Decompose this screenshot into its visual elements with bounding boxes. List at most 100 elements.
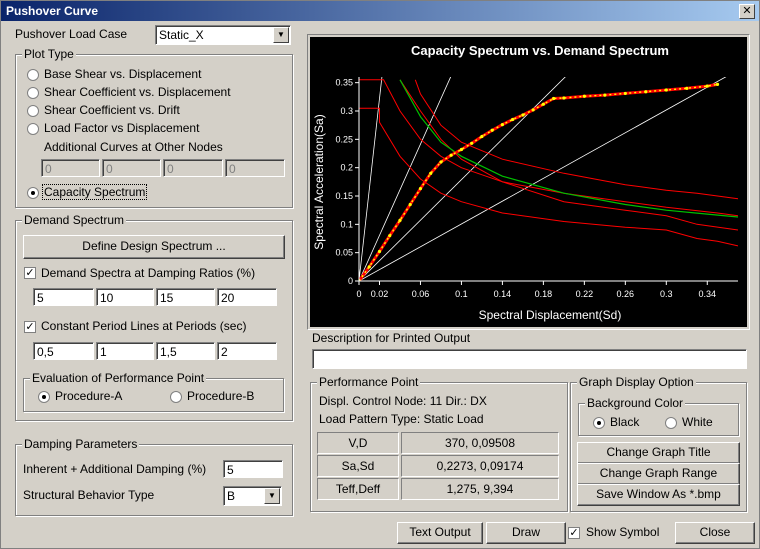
structural-behavior-value: B	[227, 489, 236, 503]
close-window-button[interactable]: ✕	[739, 4, 755, 19]
capacity-point	[521, 113, 525, 117]
x-tick-label: 0.3	[660, 289, 673, 299]
capacity-point	[418, 187, 423, 191]
damping-ratio-field-1[interactable]: 5	[33, 288, 94, 306]
change-graph-title-button[interactable]: Change Graph Title	[577, 442, 740, 464]
damping-ratio-field-3[interactable]: 15	[156, 288, 215, 306]
capacity-point	[480, 134, 484, 139]
draw-button[interactable]: Draw	[486, 522, 566, 544]
capacity-point	[500, 123, 505, 127]
capacity-point	[377, 249, 382, 254]
plot-type-title: Plot Type	[22, 47, 76, 61]
plot-area	[359, 77, 738, 281]
graph-display-title: Graph Display Option	[577, 375, 696, 389]
capacity-spectrum-chart: Capacity Spectrum vs. Demand Spectrum Sp…	[310, 37, 747, 327]
option-shear-coef-drift-label: Shear Coefficient vs. Drift	[44, 103, 180, 117]
radio-base-shear[interactable]	[27, 69, 39, 81]
option-base-shear-label: Base Shear vs. Displacement	[44, 67, 202, 81]
title-bar[interactable]: Pushover Curve ✕	[1, 1, 759, 21]
capacity-point	[449, 153, 453, 157]
radio-capacity-spectrum[interactable]	[27, 187, 39, 199]
radio-white-bg[interactable]	[665, 417, 677, 429]
period-field-4[interactable]: 2	[217, 342, 277, 360]
capacity-point	[562, 96, 566, 100]
y-tick-label: 0.05	[335, 248, 353, 258]
option-capacity-spectrum-label: Capacity Spectrum	[42, 184, 148, 200]
y-tick-label: 0.15	[335, 191, 353, 201]
inherent-damping-field[interactable]: 5	[223, 460, 283, 478]
x-tick-label: 0.06	[412, 289, 430, 299]
capacity-point	[582, 94, 586, 98]
change-graph-range-button[interactable]: Change Graph Range	[577, 463, 740, 485]
procedure-b-label: Procedure-B	[187, 389, 255, 403]
period-field-2[interactable]: 1	[96, 342, 154, 360]
y-tick-label: 0.1	[340, 219, 353, 229]
capacity-point	[531, 108, 535, 112]
text-output-button[interactable]: Text Output	[397, 522, 483, 544]
evaluation-title: Evaluation of Performance Point	[30, 371, 207, 385]
period-line	[359, 77, 452, 281]
design-spectrum-line	[399, 79, 738, 218]
load-pattern-text: Load Pattern Type: Static Load	[319, 412, 484, 426]
y-tick-label: 0.3	[340, 106, 353, 116]
capacity-point	[644, 90, 648, 94]
show-symbol-label: Show Symbol	[586, 525, 660, 539]
capacity-point	[541, 102, 545, 106]
radio-black-bg[interactable]	[593, 417, 605, 429]
structural-behavior-select[interactable]: B ▼	[223, 486, 282, 506]
node-field-3: 0	[163, 159, 223, 177]
radio-procedure-b[interactable]	[170, 391, 182, 403]
radio-procedure-a[interactable]	[38, 391, 50, 403]
x-tick-label: 0.1	[455, 289, 468, 299]
y-tick-label: 0.35	[335, 78, 353, 88]
define-design-spectrum-button[interactable]: Define Design Spectrum ...	[23, 235, 285, 259]
load-case-label: Pushover Load Case	[15, 27, 128, 41]
damping-ratio-field-4[interactable]: 20	[217, 288, 277, 306]
capacity-point	[623, 91, 627, 96]
capacity-point	[388, 234, 392, 238]
control-node-text: Displ. Control Node: 11 Dir.: DX	[319, 394, 487, 408]
damping-ratios-label: Demand Spectra at Damping Ratios (%)	[41, 266, 256, 280]
chart-svg: Capacity Spectrum vs. Demand Spectrum Sp…	[312, 43, 738, 322]
y-tick-label: 0.2	[340, 163, 353, 173]
load-case-value: Static_X	[159, 28, 204, 42]
chart-title: Capacity Spectrum vs. Demand Spectrum	[411, 43, 669, 58]
save-window-button[interactable]: Save Window As *.bmp	[577, 484, 740, 506]
capacity-point	[490, 128, 494, 132]
option-shear-coef-disp-label: Shear Coefficient vs. Displacement	[44, 85, 231, 99]
chevron-down-icon[interactable]: ▼	[273, 27, 289, 43]
damping-parameters-title: Damping Parameters	[22, 437, 140, 451]
close-button[interactable]: Close	[675, 522, 755, 544]
chevron-down-icon[interactable]: ▼	[264, 488, 280, 504]
performance-point-title: Performance Point	[317, 375, 421, 389]
capacity-point	[705, 84, 709, 88]
inherent-damping-label: Inherent + Additional Damping (%)	[23, 462, 207, 476]
period-field-1[interactable]: 0,5	[33, 342, 94, 360]
additional-curves-label: Additional Curves at Other Nodes	[44, 140, 223, 154]
y-tick-label: 0	[348, 276, 353, 286]
period-lines-checkbox[interactable]: ✓	[24, 321, 36, 333]
show-symbol-checkbox[interactable]: ✓	[568, 527, 580, 539]
x-tick-label: 0.34	[699, 289, 717, 299]
capacity-point	[715, 82, 720, 86]
damping-ratio-field-2[interactable]: 10	[96, 288, 154, 306]
radio-load-factor[interactable]	[27, 123, 39, 135]
capacity-point	[459, 147, 464, 152]
description-field[interactable]	[312, 349, 747, 369]
perf-row-value: 1,275, 9,394	[401, 478, 559, 500]
load-case-select[interactable]: Static_X ▼	[155, 25, 291, 45]
capacity-point	[664, 88, 668, 92]
damping-ratios-checkbox[interactable]: ✓	[24, 267, 36, 279]
description-label: Description for Printed Output	[312, 331, 471, 345]
option-load-factor-label: Load Factor vs Displacement	[44, 121, 200, 135]
radio-shear-coef-drift[interactable]	[27, 105, 39, 117]
x-tick-label: 0.18	[535, 289, 553, 299]
radio-shear-coef-disp[interactable]	[27, 87, 39, 99]
capacity-point	[552, 96, 556, 101]
perf-row-name: Teff,Deff	[317, 478, 399, 500]
period-field-3[interactable]: 1,5	[156, 342, 215, 360]
chart-x-axis-label: Spectral Displacement(Sd)	[479, 308, 622, 322]
capacity-point	[367, 265, 371, 269]
x-tick-label: 0.26	[617, 289, 635, 299]
black-bg-label: Black	[610, 415, 640, 429]
